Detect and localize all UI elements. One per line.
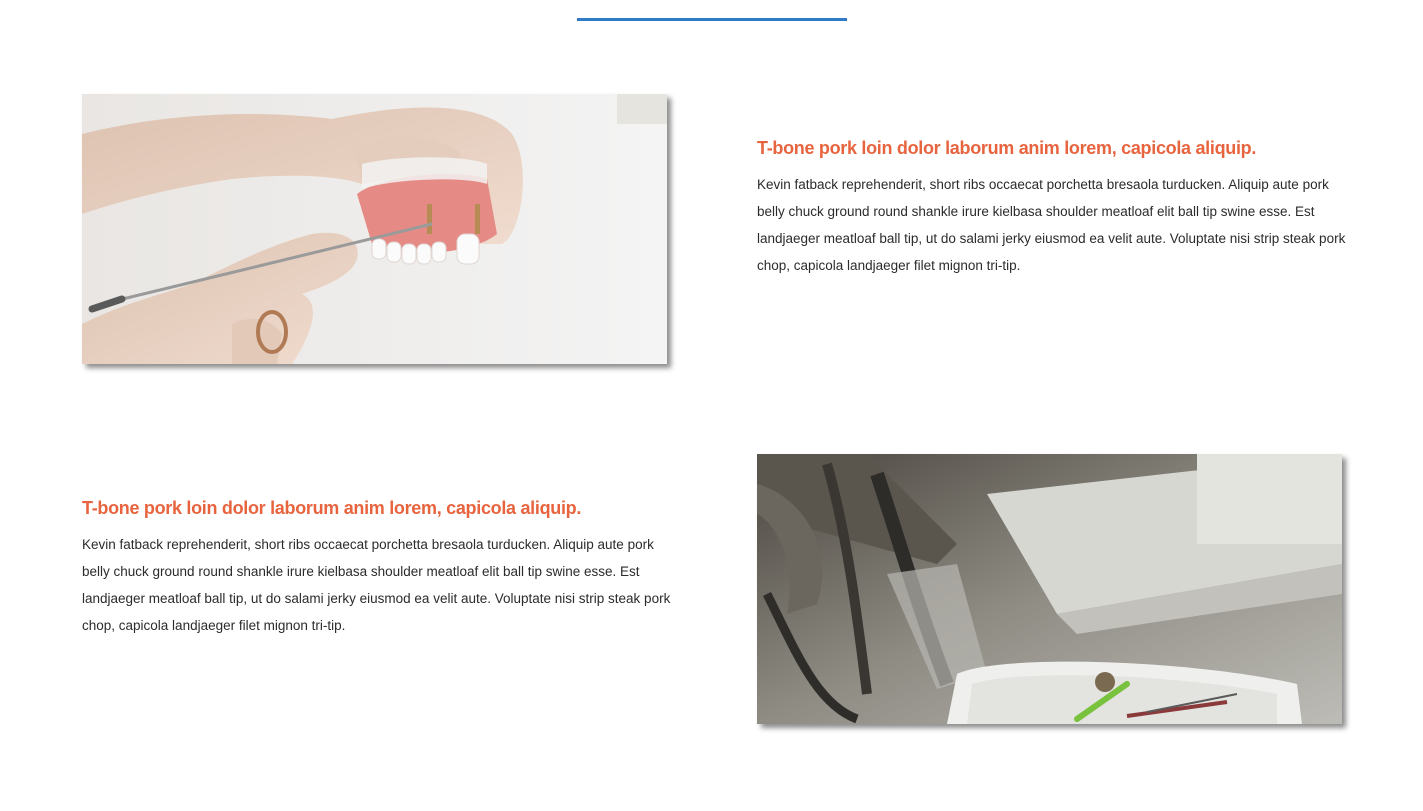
feature-row-2: T-bone pork loin dolor laborum anim lore… — [82, 454, 1342, 724]
section-divider-line — [577, 18, 847, 21]
denture-model-photo — [82, 94, 667, 364]
feature-description: Kevin fatback reprehenderit, short ribs … — [757, 177, 1346, 273]
page: T-bone pork loin dolor laborum anim lore… — [0, 0, 1423, 811]
feature-row-1: T-bone pork loin dolor laborum anim lore… — [82, 94, 1345, 364]
feature-text-1: T-bone pork loin dolor laborum anim lore… — [757, 138, 1347, 279]
feature-text-2: T-bone pork loin dolor laborum anim lore… — [82, 498, 672, 639]
feature-heading: T-bone pork loin dolor laborum anim lore… — [757, 138, 1257, 158]
feature-heading: T-bone pork loin dolor laborum anim lore… — [82, 498, 582, 518]
denture-model-illustration — [82, 94, 667, 364]
feature-description: Kevin fatback reprehenderit, short ribs … — [82, 537, 671, 633]
dental-tray-photo — [757, 454, 1342, 724]
dental-tray-illustration — [757, 454, 1342, 724]
